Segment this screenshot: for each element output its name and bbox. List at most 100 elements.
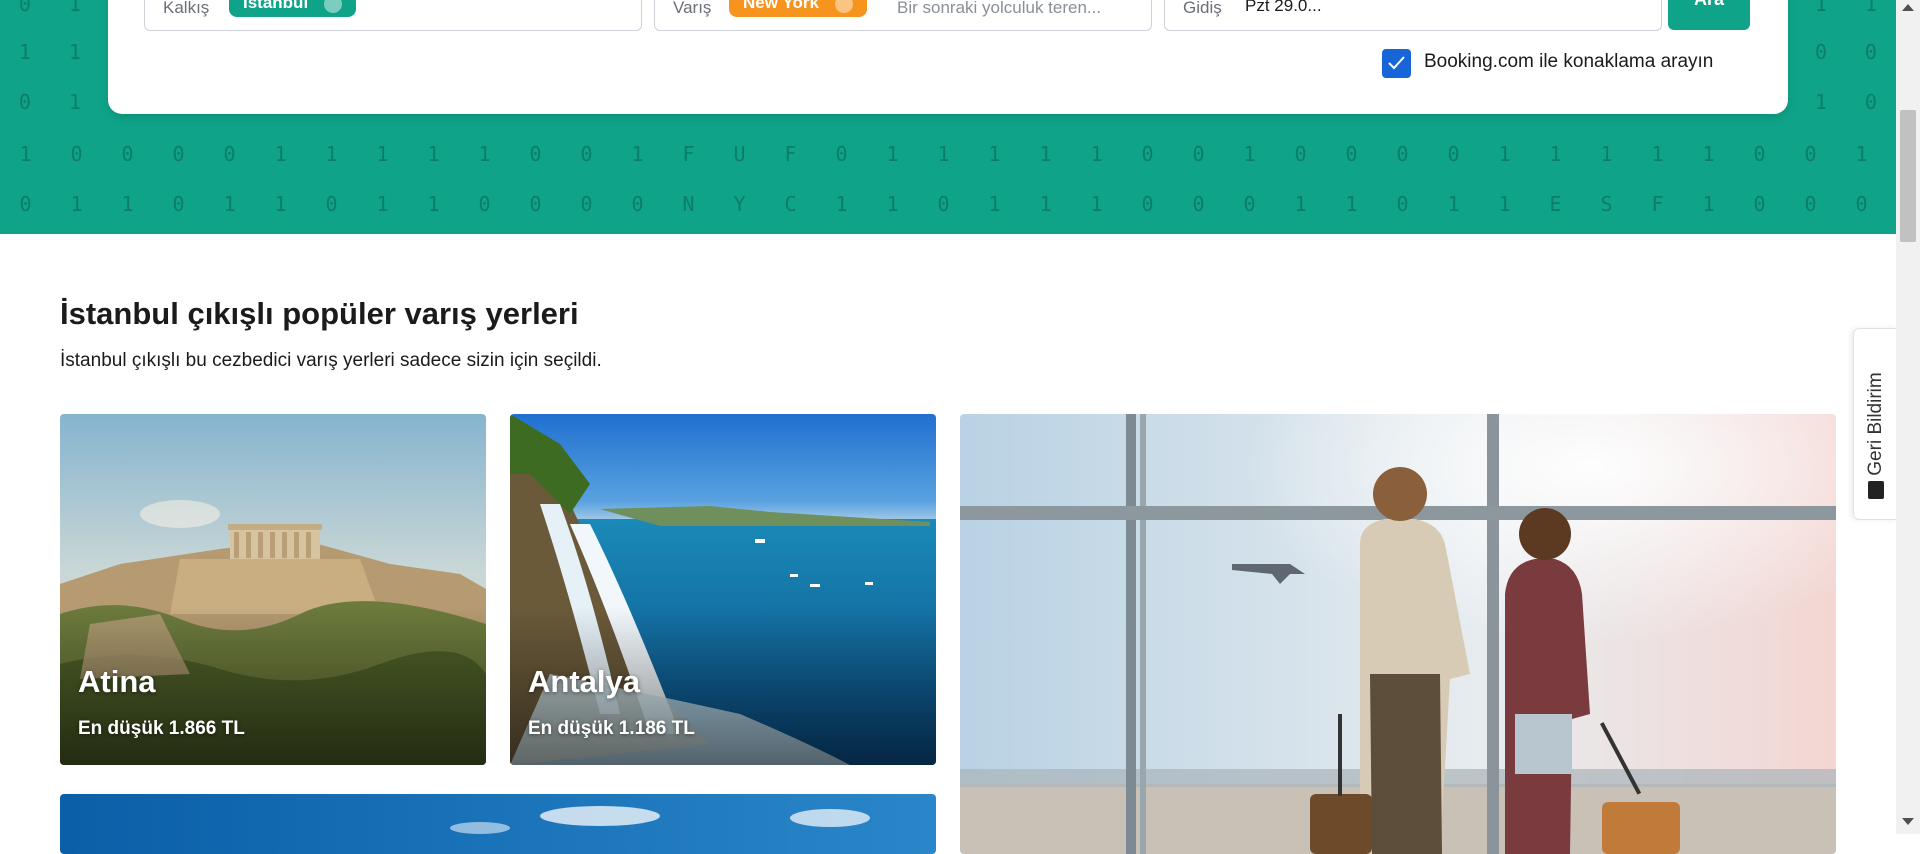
hero-digit: 1 xyxy=(1090,192,1103,216)
hero-digit-row: 1 0 0 0 0 1 1 1 1 1 0 0 1 F U F 0 1 1 1 1 1 0 0 1 0 0 0 0 1 1 1 1 1 0 0 1 xyxy=(0,142,1896,166)
hero-digit: 1 xyxy=(1702,142,1715,166)
hero-digit: 0 xyxy=(1814,40,1828,64)
hero-digit: 1 xyxy=(70,192,83,216)
hero-digit: F xyxy=(682,142,695,166)
hero-digit: 1 xyxy=(121,192,134,216)
hero-digit: 0 xyxy=(1804,142,1817,166)
departure-date-field[interactable]: Gidiş Pzt 29.0... xyxy=(1164,0,1662,31)
hero-digit: 0 xyxy=(529,142,542,166)
feedback-tab[interactable]: Geri Bildirim xyxy=(1853,328,1897,520)
hero-digit: C xyxy=(784,192,797,216)
flight-search-card: Kalkış İstanbul Varış New York Bir sonra… xyxy=(108,0,1788,114)
hero-digit: 1 xyxy=(1039,142,1052,166)
hero-digit: S xyxy=(1600,192,1613,216)
hero-digit: 1 xyxy=(274,192,287,216)
destination-card-antalya[interactable]: Antalya En düşük 1.186 TL xyxy=(510,414,936,765)
hero-digit: E xyxy=(1549,192,1562,216)
hero-digit: 1 xyxy=(376,192,389,216)
hero-digit: U xyxy=(733,142,746,166)
hero-digit: 0 xyxy=(70,142,83,166)
hero-digit: 0 xyxy=(1396,192,1409,216)
destination-price: En düşük 1.186 TL xyxy=(528,718,695,739)
hero-digit: 1 xyxy=(223,192,236,216)
search-button[interactable]: Ara xyxy=(1668,0,1750,30)
booking-checkbox[interactable] xyxy=(1382,49,1411,78)
hero-digit: 1 xyxy=(68,0,81,16)
hero-digit: 1 xyxy=(18,40,31,64)
hero-digit: 1 xyxy=(631,142,644,166)
destination-card-lower[interactable] xyxy=(60,794,936,854)
hero-digit: 0 xyxy=(1141,142,1154,166)
hero-digit: 0 xyxy=(580,142,593,166)
hero-digit: 0 xyxy=(172,142,185,166)
scrollbar-thumb[interactable] xyxy=(1900,110,1916,242)
hero-digit: 0 xyxy=(1396,142,1409,166)
departure-date-label: Gidiş xyxy=(1183,0,1222,17)
hero-digit: 0 xyxy=(835,142,848,166)
origin-label: Kalkış xyxy=(163,0,210,17)
vertical-scrollbar[interactable] xyxy=(1896,0,1920,834)
hero-digit: 1 xyxy=(1294,192,1307,216)
destination-photo xyxy=(60,794,936,854)
clear-destination-icon[interactable] xyxy=(834,0,853,13)
hero-digit: 1 xyxy=(988,192,1001,216)
destination-field[interactable]: Varış New York Bir sonraki yolculuk tere… xyxy=(654,0,1152,31)
hero-digit: 1 xyxy=(376,142,389,166)
hero-digit: 0 xyxy=(631,192,644,216)
hero-digit: F xyxy=(1651,192,1664,216)
hero-digit: 1 xyxy=(1498,142,1511,166)
destination-placeholder: Bir sonraki yolculuk teren... xyxy=(897,0,1102,17)
hero-digit: 1 xyxy=(937,142,950,166)
hero-digit: 1 xyxy=(1447,192,1460,216)
hero-digit: 0 xyxy=(172,192,185,216)
hero-digit: 1 xyxy=(1549,142,1562,166)
hero-digit: 0 xyxy=(1243,192,1256,216)
hero-digit: 1 xyxy=(1090,142,1103,166)
hero-digit-row: 0 1 1 0 1 1 0 1 1 0 0 0 0 N Y C 1 1 0 1 1 1 0 0 0 1 1 0 1 1 E S F 1 0 0 0 xyxy=(0,192,1896,216)
hero-digit: 0 xyxy=(18,0,31,16)
section-title: İstanbul çıkışlı popüler varış yerleri xyxy=(60,296,579,331)
hero-digit: 1 xyxy=(988,142,1001,166)
hero-digit: 0 xyxy=(1192,192,1205,216)
departure-date-value: Pzt 29.0... xyxy=(1245,0,1322,15)
hero-digit: 1 xyxy=(835,192,848,216)
hero-digit: 0 xyxy=(121,142,134,166)
hero-digit: 0 xyxy=(1864,40,1877,64)
hero-digit: 1 xyxy=(19,142,32,166)
hero-digit: 1 xyxy=(1243,142,1256,166)
destination-city: Atina xyxy=(78,664,156,699)
destination-card-atina[interactable]: Atina En düşük 1.866 TL xyxy=(60,414,486,765)
hero-digit: 1 xyxy=(1702,192,1715,216)
hero-digit: 1 xyxy=(427,142,440,166)
hero-digit: 1 xyxy=(1651,142,1664,166)
destination-card-featured[interactable] xyxy=(960,414,1836,854)
hero-digit: 1 xyxy=(1855,142,1868,166)
hero-digit: 1 xyxy=(68,90,81,114)
hero-digit: F xyxy=(784,142,797,166)
scroll-up-icon[interactable] xyxy=(1902,4,1914,11)
hero-digit: 1 xyxy=(886,192,899,216)
destination-chip-label: New York xyxy=(743,0,819,12)
hero-digit: 1 xyxy=(274,142,287,166)
hero-digit: 0 xyxy=(529,192,542,216)
hero-digit: 0 xyxy=(1345,142,1358,166)
hero-digit: 0 xyxy=(937,192,950,216)
airport-couple-photo xyxy=(960,414,1836,854)
hero-digit: 0 xyxy=(1192,142,1205,166)
hero-digit: 1 xyxy=(1345,192,1358,216)
destination-chip[interactable]: New York xyxy=(729,0,867,17)
booking-checkbox-label[interactable]: Booking.com ile konaklama arayın xyxy=(1424,51,1713,73)
hero-digit: 1 xyxy=(1864,0,1877,16)
destination-price: En düşük 1.866 TL xyxy=(78,718,245,739)
hero-digit: 1 xyxy=(1498,192,1511,216)
hero-digit: 1 xyxy=(427,192,440,216)
clear-origin-icon[interactable] xyxy=(324,0,343,13)
origin-chip[interactable]: İstanbul xyxy=(229,0,357,17)
hero-digit: 1 xyxy=(478,142,491,166)
hero-digit: 0 xyxy=(1753,192,1766,216)
hero-digit: 0 xyxy=(1864,90,1877,114)
hero-digit: 1 xyxy=(68,40,81,64)
hero-digit: 0 xyxy=(1447,142,1460,166)
origin-field[interactable]: Kalkış İstanbul xyxy=(144,0,642,31)
scroll-down-icon[interactable] xyxy=(1902,818,1914,825)
